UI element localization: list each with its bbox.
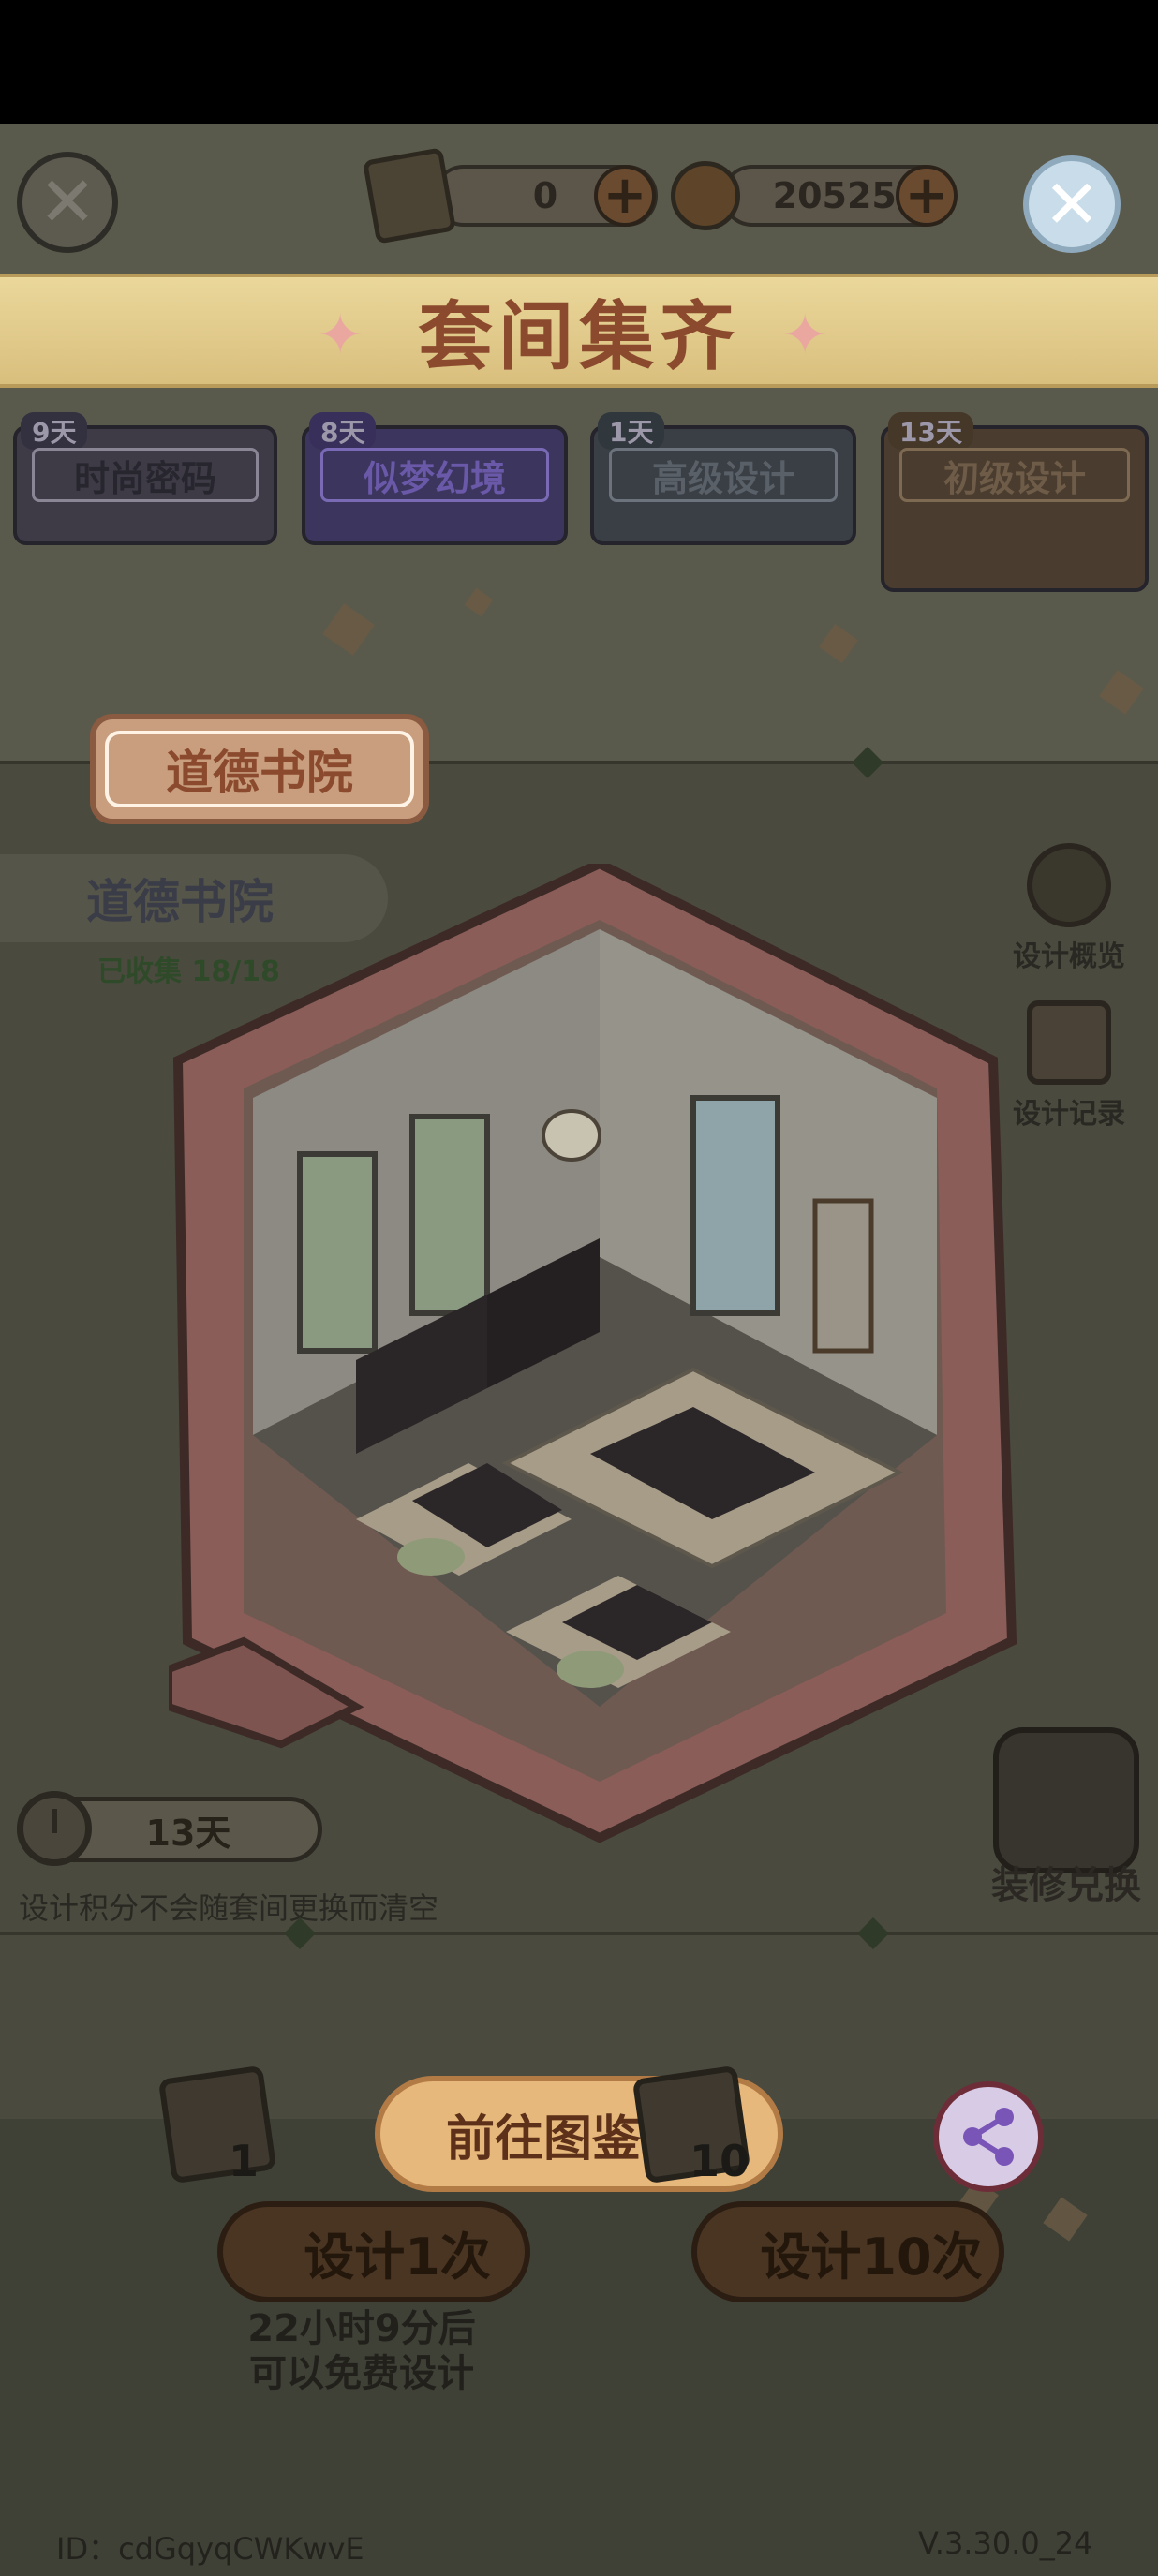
banner-title: 套间集齐 xyxy=(418,293,740,380)
add-scroll-button[interactable]: + xyxy=(594,165,656,227)
title-banner: ✦ 套间集齐 ✦ xyxy=(0,274,1158,388)
sparkle-icon: ✦ xyxy=(317,303,364,368)
suite-name-badge: 道德书院 xyxy=(90,714,429,824)
divider xyxy=(0,1932,1158,1935)
tab-dreamland[interactable]: 8天 似梦幻境 xyxy=(302,412,568,545)
close-icon[interactable]: ✕ xyxy=(17,152,118,253)
design-ten-label: 设计10次 xyxy=(760,2227,983,2287)
scroll-icon xyxy=(362,147,457,244)
tab-label: 时尚密码 xyxy=(32,448,259,502)
scroll-icon xyxy=(157,2065,277,2184)
version-label: V.3.30.0_24 xyxy=(918,2525,1093,2561)
wall-scroll xyxy=(812,1198,874,1354)
clock-icon xyxy=(17,1791,92,1866)
design-once-label: 设计1次 xyxy=(304,2227,491,2287)
goto-catalog-label: 前往图鉴 xyxy=(445,2110,641,2168)
lantern xyxy=(542,1109,601,1162)
tab-label: 初级设计 xyxy=(899,448,1130,502)
design-once-button[interactable]: 设计1次 xyxy=(217,2201,530,2302)
tab-days-badge: 9天 xyxy=(21,412,88,450)
house-roller-icon xyxy=(993,1727,1139,1873)
timer-label: 13天 xyxy=(145,1812,231,1854)
tab-label: 高级设计 xyxy=(609,448,838,502)
points-notice: 设计积分不会随套间更换而清空 xyxy=(19,1890,439,1926)
cushion xyxy=(397,1538,465,1576)
tab-basic-design[interactable]: 13天 初级设计 xyxy=(881,412,1149,592)
add-coin-button[interactable]: + xyxy=(896,165,958,227)
player-id: ID：cdGqyqCWKwvE xyxy=(56,2531,364,2567)
free-design-countdown: 22小时9分后 xyxy=(247,2307,476,2350)
window-left xyxy=(297,1151,378,1354)
tab-label: 似梦幻境 xyxy=(320,448,549,502)
tab-days-badge: 8天 xyxy=(309,412,377,450)
free-design-note: 22小时9分后 可以免费设计 xyxy=(193,2306,530,2396)
share-icon xyxy=(963,2108,1014,2166)
scroll-count: 0 xyxy=(532,175,558,216)
tab-advanced-design[interactable]: 1天 高级设计 xyxy=(590,412,856,545)
tab-days-badge: 13天 xyxy=(888,412,973,450)
window-mid xyxy=(409,1114,490,1316)
share-button[interactable] xyxy=(933,2081,1044,2192)
coin-icon xyxy=(671,161,740,230)
design-ten-cost: 10 xyxy=(690,2136,750,2186)
tab-days-badge: 1天 xyxy=(598,412,665,450)
repair-exchange-label: 装修兑换 xyxy=(991,1864,1141,1907)
suite-badge-text: 道德书院 xyxy=(105,731,414,807)
design-once-cost: 1 xyxy=(229,2136,260,2186)
design-ten-button[interactable]: 设计10次 xyxy=(691,2201,1004,2302)
window-right xyxy=(690,1095,780,1316)
sparkle-icon: ✦ xyxy=(781,303,829,368)
tab-fashion-code[interactable]: 9天 时尚密码 xyxy=(13,412,277,545)
cushion xyxy=(557,1651,624,1688)
game-screen: ✕ 0 + 205258 + ✕ ✦ 套间集齐 ✦ 9天 时尚密码 8天 似梦幻… xyxy=(0,124,1158,2576)
repair-exchange-button[interactable]: 装修兑换 xyxy=(991,1727,1141,1909)
free-design-text: 可以免费设计 xyxy=(249,2352,474,2395)
close-icon[interactable]: ✕ xyxy=(1023,155,1121,253)
